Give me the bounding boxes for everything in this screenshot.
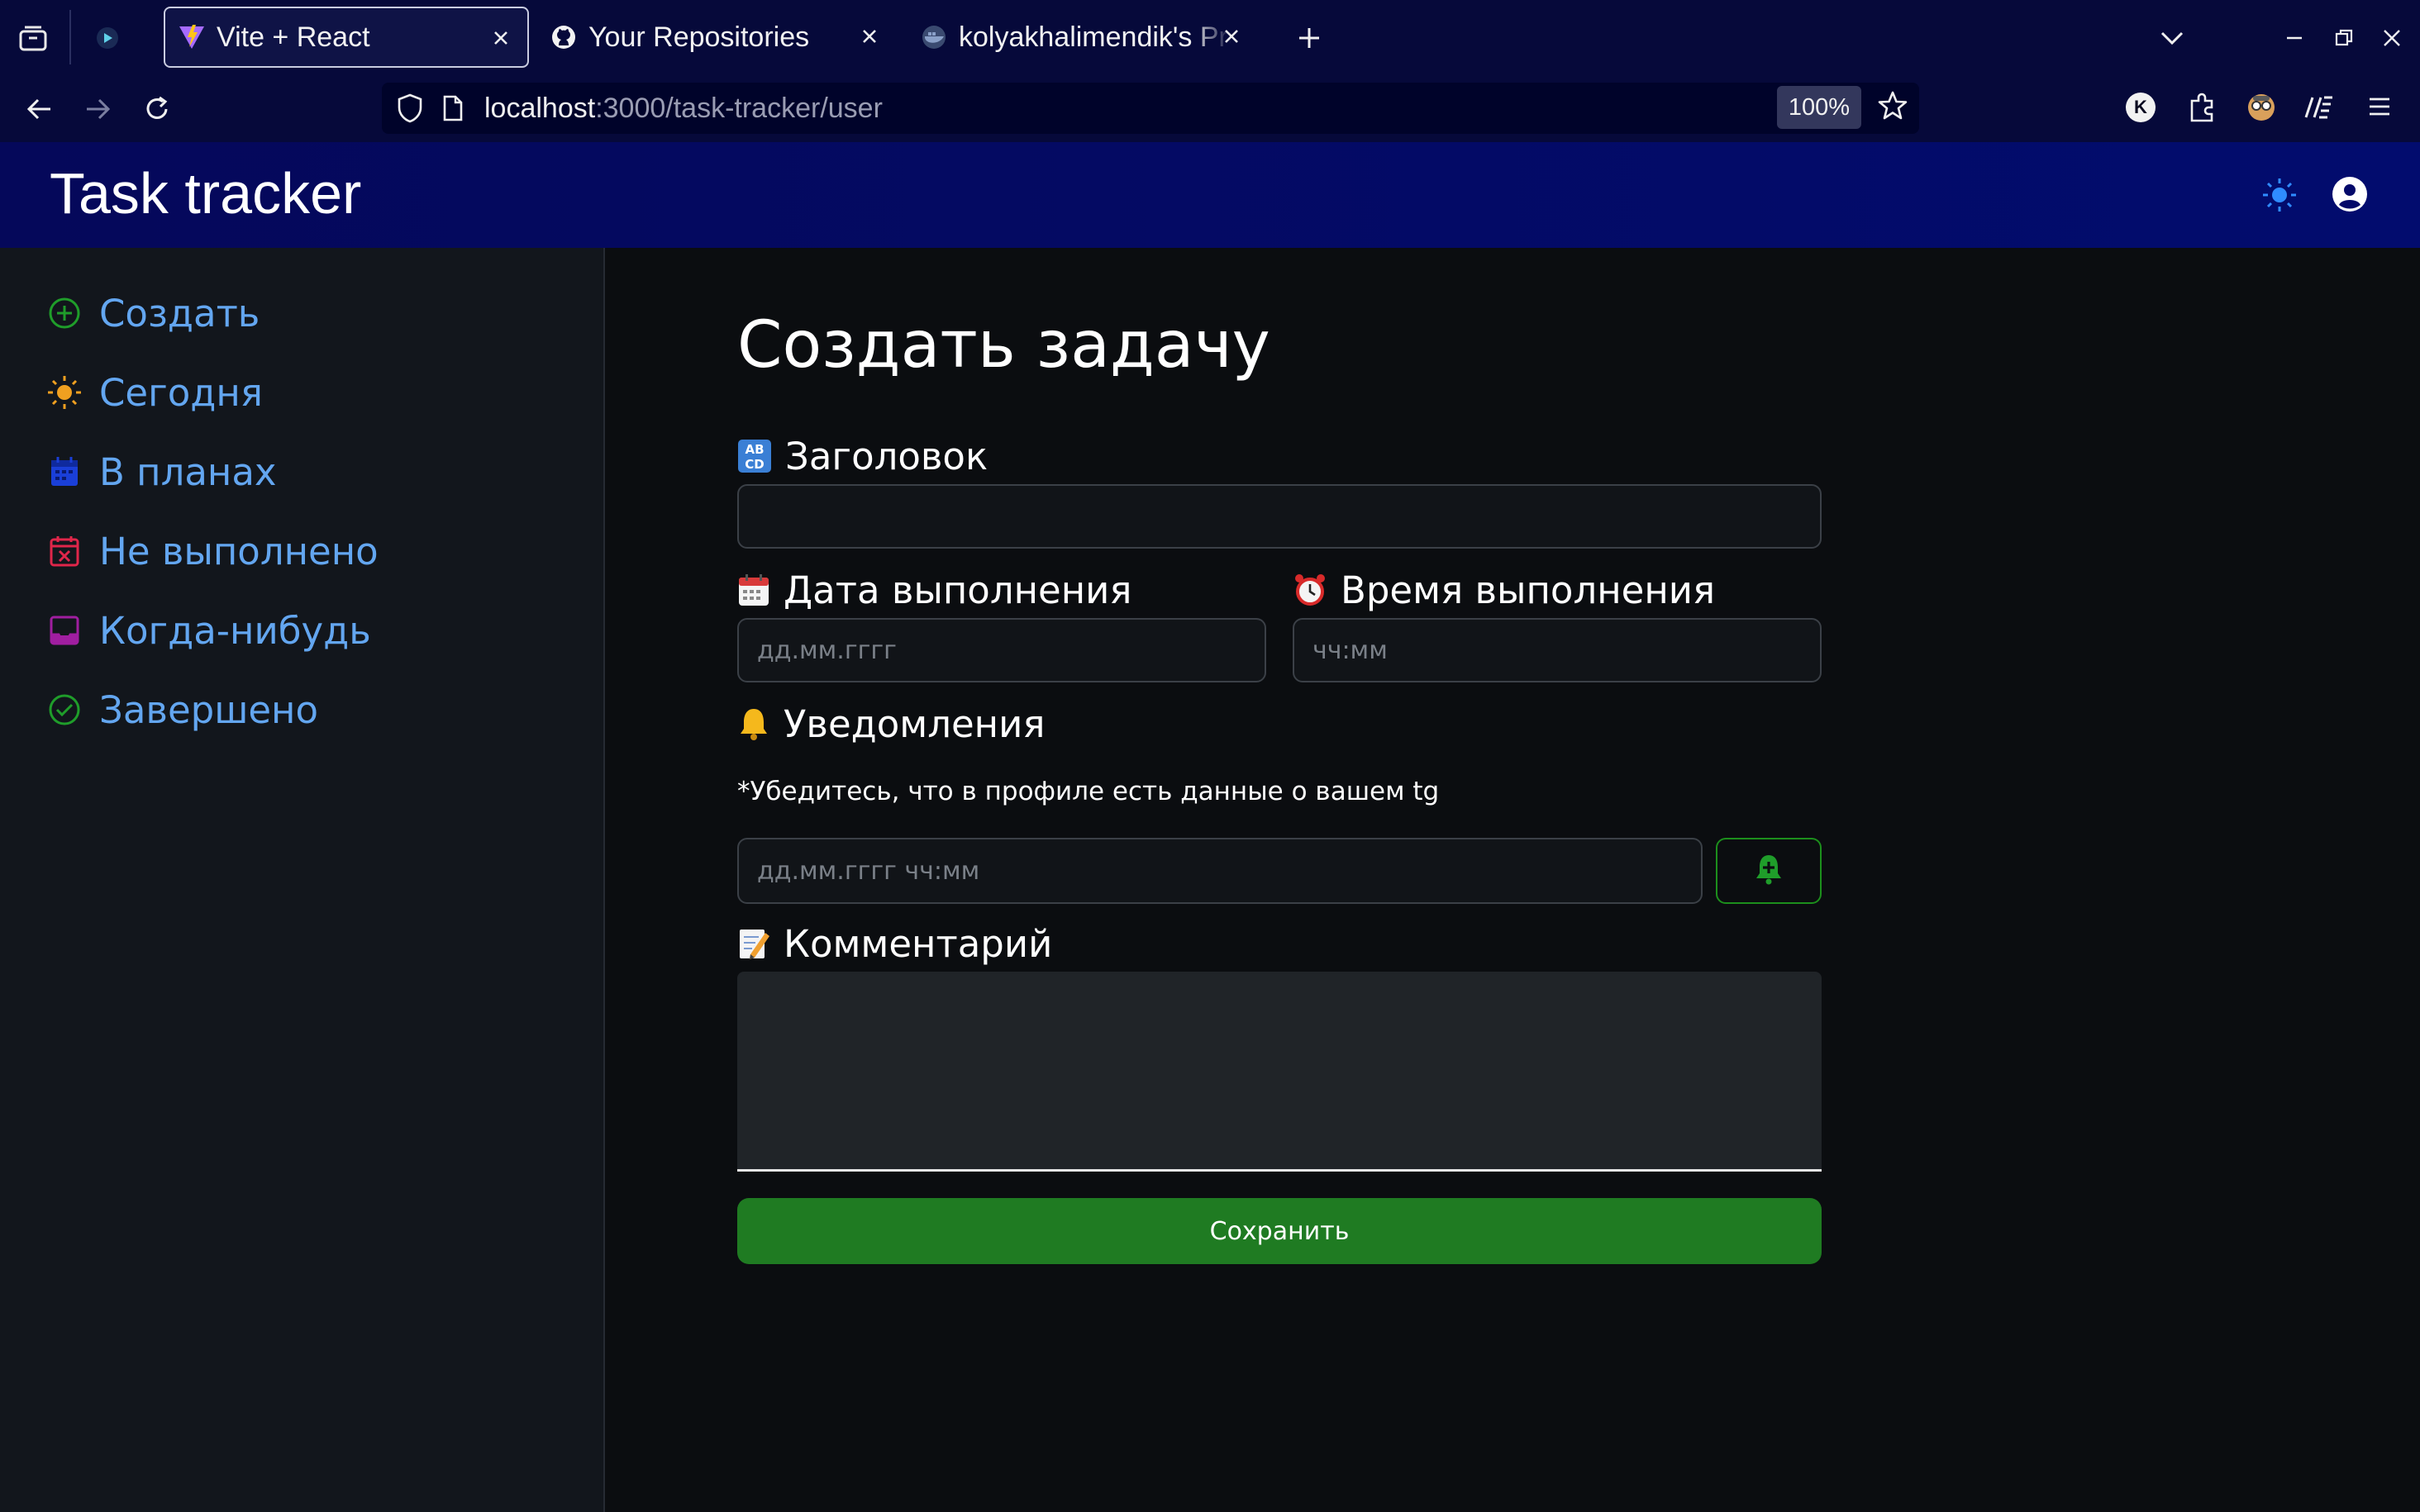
minimize-icon[interactable] bbox=[2271, 15, 2318, 61]
abcd-icon: AB CD bbox=[737, 439, 772, 473]
calendar-emoji-icon bbox=[737, 573, 770, 607]
tab-title: Your Repositories bbox=[588, 21, 810, 53]
sidebar-item-today[interactable]: Сегодня bbox=[46, 364, 263, 421]
back-arrow-icon[interactable] bbox=[17, 86, 63, 132]
comment-textarea[interactable] bbox=[737, 972, 1822, 1172]
calendar-icon bbox=[46, 454, 83, 490]
calendar-x-icon bbox=[46, 533, 83, 569]
tab-title: Vite + React bbox=[217, 21, 370, 53]
title-input[interactable] bbox=[737, 484, 1822, 549]
github-icon bbox=[549, 22, 579, 52]
url-host: localhost bbox=[484, 93, 596, 124]
forward-arrow-icon[interactable] bbox=[74, 86, 121, 132]
zoom-level-badge[interactable]: 100% bbox=[1777, 86, 1861, 129]
inbox-icon bbox=[46, 612, 83, 649]
reload-icon[interactable] bbox=[134, 86, 180, 132]
sidebar-item-overdue[interactable]: Не выполнено bbox=[46, 522, 379, 580]
bookmark-star-icon[interactable] bbox=[1876, 89, 1909, 126]
restore-icon[interactable] bbox=[2321, 15, 2367, 61]
sun-icon bbox=[46, 374, 83, 411]
notification-datetime-input[interactable] bbox=[737, 838, 1703, 904]
sidebar-item-someday[interactable]: Когда-нибудь bbox=[46, 601, 371, 659]
sidebar-item-completed[interactable]: Завершено bbox=[46, 681, 318, 739]
user-account-icon[interactable] bbox=[2331, 175, 2369, 216]
tab-profile[interactable]: kolyakhalimendik's Pro bbox=[908, 7, 1263, 68]
page-title: Создать задачу bbox=[737, 308, 1270, 383]
url-path: :3000/task-tracker/user bbox=[595, 93, 883, 124]
tab-vite-react[interactable]: Vite + React bbox=[164, 7, 529, 68]
svg-text:AB: AB bbox=[745, 442, 764, 457]
title-field-label: AB CD Заголовок bbox=[737, 431, 988, 481]
sidebar-item-label: Сегодня bbox=[99, 370, 263, 415]
tab-separator bbox=[69, 10, 71, 64]
memo-icon bbox=[737, 926, 770, 961]
add-notification-button[interactable] bbox=[1716, 838, 1822, 904]
theme-toggle-sun-icon[interactable] bbox=[2261, 177, 2298, 216]
sidebar-item-label: Не выполнено bbox=[99, 529, 379, 573]
label-text: Дата выполнения bbox=[784, 568, 1132, 612]
label-text: Заголовок bbox=[785, 434, 988, 478]
notifications-field-label: Уведомления bbox=[737, 699, 1045, 749]
alarm-clock-icon bbox=[1293, 573, 1327, 607]
due-time-input[interactable] bbox=[1293, 618, 1822, 682]
url-text[interactable]: localhost:3000/task-tracker/user bbox=[484, 91, 883, 126]
sidebar-item-label: Завершено bbox=[99, 687, 319, 732]
bell-plus-icon bbox=[1755, 853, 1783, 888]
app-title: Task tracker bbox=[50, 161, 362, 226]
pinned-tab[interactable] bbox=[84, 15, 131, 61]
url-bar[interactable]: localhost:3000/task-tracker/user bbox=[382, 83, 1919, 134]
window-close-icon[interactable] bbox=[2369, 15, 2415, 61]
extension-k-icon[interactable]: K bbox=[2126, 93, 2156, 122]
svg-text:CD: CD bbox=[745, 457, 764, 472]
save-button[interactable]: Сохранить bbox=[737, 1198, 1822, 1264]
close-icon[interactable] bbox=[486, 23, 516, 53]
sidebar bbox=[0, 248, 605, 1512]
extension-stripes-icon[interactable] bbox=[2303, 93, 2336, 126]
date-field-label: Дата выполнения bbox=[737, 565, 1131, 615]
notifications-hint: *Убедитесь, что в профиле есть данные о … bbox=[737, 777, 1440, 806]
page-info-icon[interactable] bbox=[441, 94, 464, 126]
extension-face-icon[interactable] bbox=[2245, 91, 2278, 127]
tab-title: kolyakhalimendik's Pro bbox=[959, 21, 1231, 53]
sidebar-item-label: В планах bbox=[99, 449, 277, 494]
label-text: Уведомления bbox=[784, 701, 1046, 746]
time-field-label: Время выполнения bbox=[1293, 565, 1715, 615]
sidebar-item-label: Когда-нибудь bbox=[99, 608, 371, 653]
tab-list-chevron-down-icon[interactable] bbox=[2149, 15, 2195, 61]
close-icon[interactable] bbox=[855, 21, 884, 51]
new-tab-plus-icon[interactable] bbox=[1286, 15, 1332, 61]
browser-tab-bar: Vite + React Your Repositories kolyakhal… bbox=[0, 0, 2420, 74]
shield-icon[interactable] bbox=[397, 93, 423, 127]
sidebar-item-label: Создать bbox=[99, 291, 260, 335]
label-text: Время выполнения bbox=[1341, 568, 1716, 612]
sidebar-item-create[interactable]: Создать bbox=[46, 284, 260, 342]
due-date-input[interactable] bbox=[737, 618, 1266, 682]
vite-logo-icon bbox=[177, 22, 207, 52]
tab-your-repositories[interactable]: Your Repositories bbox=[537, 7, 893, 68]
bell-emoji-icon bbox=[737, 706, 770, 741]
close-icon[interactable] bbox=[1217, 21, 1246, 51]
comment-field-label: Комментарий bbox=[737, 919, 1052, 968]
sidebar-item-planned[interactable]: В планах bbox=[46, 443, 277, 501]
tab-overview-icon[interactable] bbox=[10, 15, 56, 61]
menu-hamburger-icon[interactable] bbox=[2367, 94, 2392, 122]
label-text: Комментарий bbox=[784, 921, 1053, 966]
check-circle-icon bbox=[46, 692, 83, 728]
app-header: Task tracker bbox=[0, 142, 2420, 248]
extensions-puzzle-icon[interactable] bbox=[2187, 91, 2218, 127]
docker-icon bbox=[919, 22, 949, 52]
plus-circle-icon bbox=[46, 295, 83, 331]
